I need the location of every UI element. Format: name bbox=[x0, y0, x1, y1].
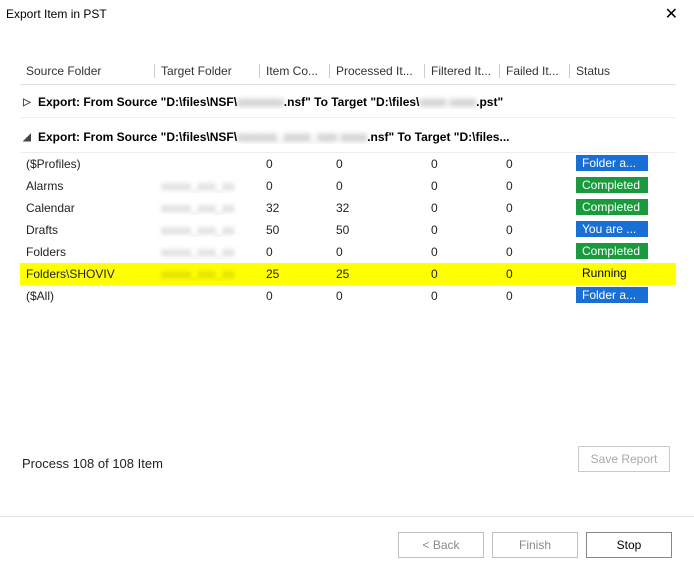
cell-processed: 0 bbox=[330, 179, 425, 193]
content-area: Source Folder Target Folder Item Co... P… bbox=[0, 28, 694, 307]
column-headers: Source Folder Target Folder Item Co... P… bbox=[20, 64, 676, 85]
finish-button[interactable]: Finish bbox=[492, 532, 578, 558]
cell-item-count: 50 bbox=[260, 223, 330, 237]
cell-filtered: 0 bbox=[425, 289, 500, 303]
cell-source: ($Profiles) bbox=[20, 157, 155, 171]
window-title: Export Item in PST bbox=[6, 7, 107, 21]
cell-processed: 32 bbox=[330, 201, 425, 215]
status-badge: Folder a... bbox=[576, 287, 648, 303]
cell-item-count: 0 bbox=[260, 289, 330, 303]
status-badge: Completed bbox=[576, 243, 648, 259]
header-target[interactable]: Target Folder bbox=[155, 64, 260, 78]
export-group-row[interactable]: ◢ Export: From Source "D:\files\NSF\xxxxx… bbox=[20, 118, 676, 153]
table-row[interactable]: Alarmsxxxxx_xxx_xx0000Completed bbox=[20, 175, 676, 197]
header-status[interactable]: Status bbox=[570, 64, 652, 78]
header-item-count[interactable]: Item Co... bbox=[260, 64, 330, 78]
header-source[interactable]: Source Folder bbox=[20, 64, 155, 78]
cell-status: Running bbox=[570, 265, 652, 284]
cell-filtered: 0 bbox=[425, 267, 500, 281]
cell-filtered: 0 bbox=[425, 245, 500, 259]
cell-processed: 0 bbox=[330, 289, 425, 303]
cell-failed: 0 bbox=[500, 267, 570, 281]
cell-source: Alarms bbox=[20, 179, 155, 193]
header-filtered[interactable]: Filtered It... bbox=[425, 64, 500, 78]
table-row[interactable]: ($Profiles)0000Folder a... bbox=[20, 153, 676, 175]
cell-status: Completed bbox=[570, 177, 652, 196]
cell-item-count: 0 bbox=[260, 157, 330, 171]
wizard-buttons: < Back Finish Stop bbox=[398, 532, 672, 558]
cell-status: Completed bbox=[570, 243, 652, 262]
status-badge: Running bbox=[576, 265, 648, 281]
back-button[interactable]: < Back bbox=[398, 532, 484, 558]
header-failed[interactable]: Failed It... bbox=[500, 64, 570, 78]
cell-processed: 0 bbox=[330, 157, 425, 171]
group-label: Export: From Source "D:\files\NSF\xxxxxx… bbox=[38, 95, 503, 109]
cell-failed: 0 bbox=[500, 289, 570, 303]
table-row[interactable]: Calendarxxxxx_xxx_xx323200Completed bbox=[20, 197, 676, 219]
table-row[interactable]: ($All)0000Folder a... bbox=[20, 285, 676, 307]
cell-target: xxxxx_xxx_xx bbox=[155, 201, 260, 215]
status-badge: Folder a... bbox=[576, 155, 648, 171]
status-badge: You are ... bbox=[576, 221, 648, 237]
cell-filtered: 0 bbox=[425, 179, 500, 193]
cell-item-count: 32 bbox=[260, 201, 330, 215]
title-bar: Export Item in PST ✕ bbox=[0, 0, 694, 28]
status-badge: Completed bbox=[576, 199, 648, 215]
cell-status: Folder a... bbox=[570, 155, 652, 174]
table-row[interactable]: Foldersxxxxx_xxx_xx0000Completed bbox=[20, 241, 676, 263]
process-status-text: Process 108 of 108 Item bbox=[22, 456, 163, 471]
export-table: Source Folder Target Folder Item Co... P… bbox=[20, 64, 676, 307]
cell-filtered: 0 bbox=[425, 201, 500, 215]
cell-filtered: 0 bbox=[425, 223, 500, 237]
cell-item-count: 0 bbox=[260, 179, 330, 193]
save-report-button[interactable]: Save Report bbox=[578, 446, 670, 472]
cell-target: xxxxx_xxx_xx bbox=[155, 267, 260, 281]
cell-processed: 25 bbox=[330, 267, 425, 281]
cell-failed: 0 bbox=[500, 245, 570, 259]
close-icon[interactable]: ✕ bbox=[659, 4, 684, 24]
cell-source: Folders bbox=[20, 245, 155, 259]
cell-failed: 0 bbox=[500, 157, 570, 171]
cell-source: Drafts bbox=[20, 223, 155, 237]
divider bbox=[0, 516, 694, 517]
cell-processed: 0 bbox=[330, 245, 425, 259]
status-badge: Completed bbox=[576, 177, 648, 193]
cell-item-count: 0 bbox=[260, 245, 330, 259]
stop-button[interactable]: Stop bbox=[586, 532, 672, 558]
cell-status: Completed bbox=[570, 199, 652, 218]
cell-item-count: 25 bbox=[260, 267, 330, 281]
cell-source: Calendar bbox=[20, 201, 155, 215]
cell-target: xxxxx_xxx_xx bbox=[155, 223, 260, 237]
cell-filtered: 0 bbox=[425, 157, 500, 171]
chevron-down-icon[interactable]: ◢ bbox=[22, 132, 32, 143]
cell-target: xxxxx_xxx_xx bbox=[155, 245, 260, 259]
cell-status: Folder a... bbox=[570, 287, 652, 306]
cell-failed: 0 bbox=[500, 179, 570, 193]
cell-source: ($All) bbox=[20, 289, 155, 303]
chevron-right-icon[interactable]: ▷ bbox=[22, 97, 32, 108]
table-row[interactable]: Folders\SHOVIVxxxxx_xxx_xx252500Running bbox=[20, 263, 676, 285]
cell-status: You are ... bbox=[570, 221, 652, 240]
header-processed[interactable]: Processed It... bbox=[330, 64, 425, 78]
cell-failed: 0 bbox=[500, 223, 570, 237]
table-row[interactable]: Draftsxxxxx_xxx_xx505000You are ... bbox=[20, 219, 676, 241]
export-group-row[interactable]: ▷ Export: From Source "D:\files\NSF\xxxxx… bbox=[20, 85, 676, 118]
group-label: Export: From Source "D:\files\NSF\xxxxxx… bbox=[38, 130, 509, 144]
cell-source: Folders\SHOVIV bbox=[20, 267, 155, 281]
cell-processed: 50 bbox=[330, 223, 425, 237]
cell-target: xxxxx_xxx_xx bbox=[155, 179, 260, 193]
cell-failed: 0 bbox=[500, 201, 570, 215]
